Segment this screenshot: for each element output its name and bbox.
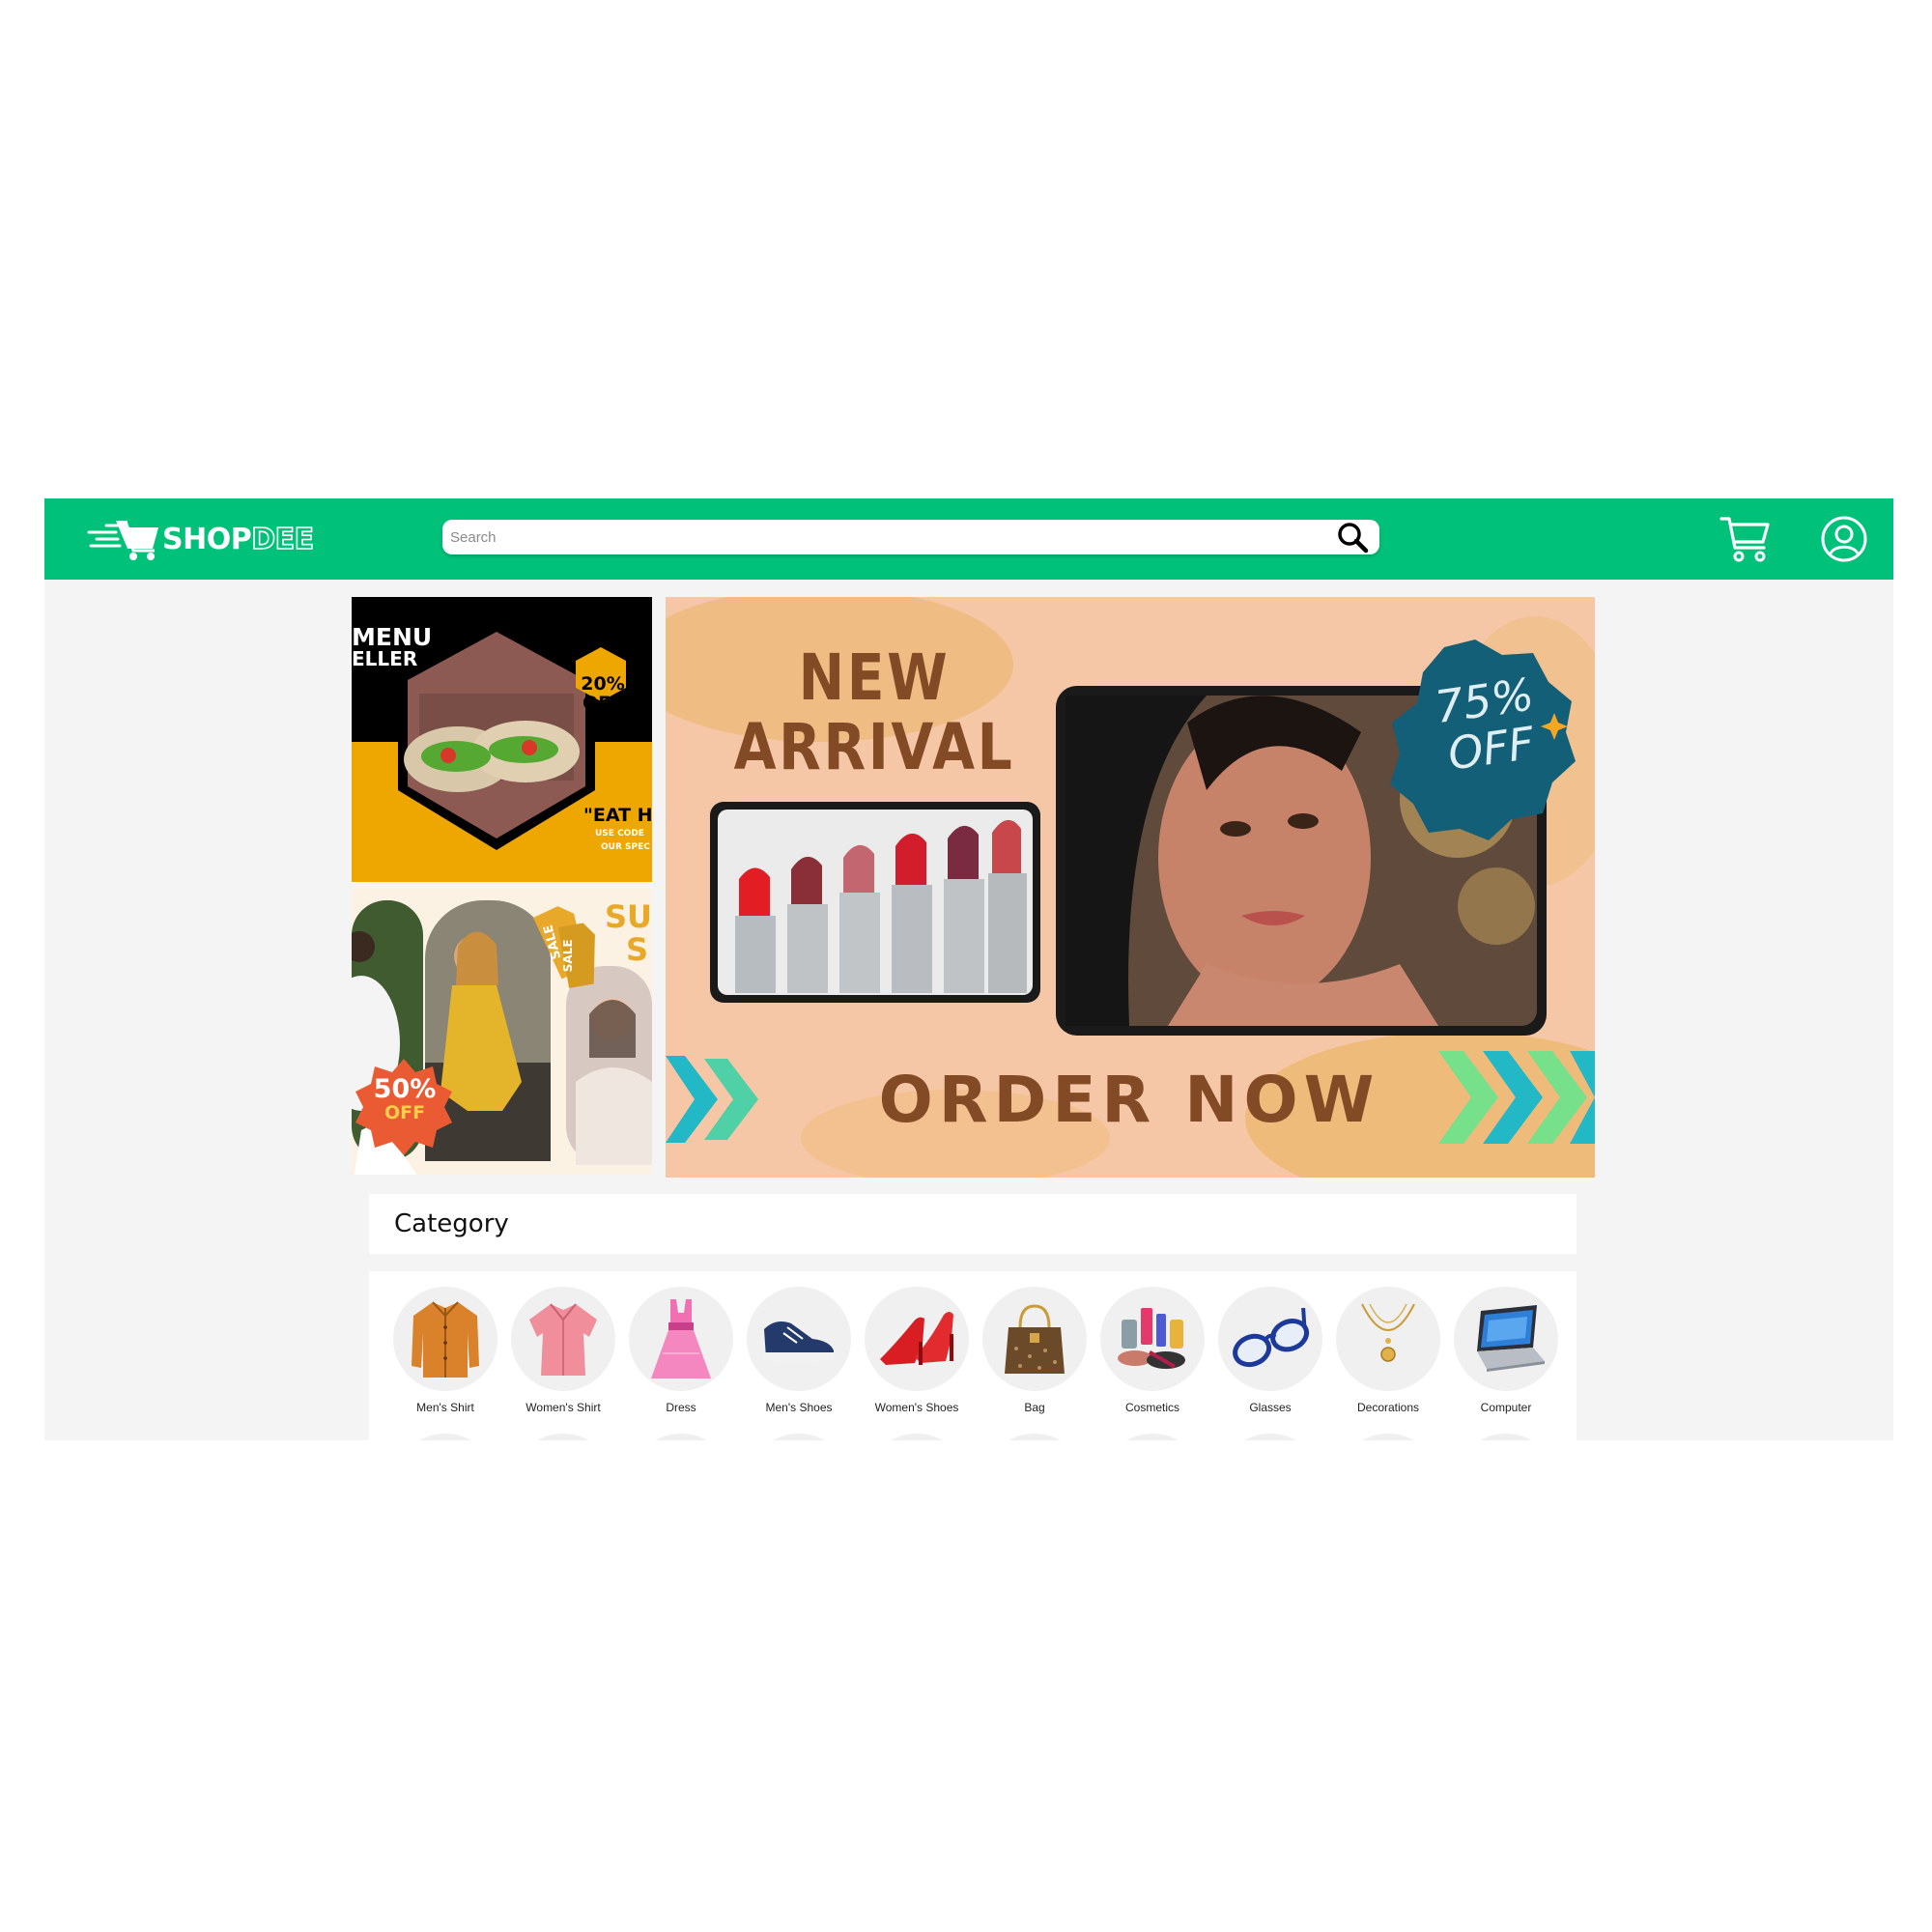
cosmetics-icon	[1100, 1287, 1205, 1391]
glasses-icon	[1218, 1287, 1322, 1391]
category-item-bag[interactable]: Bag	[982, 1287, 1087, 1414]
category-label: Computer	[1480, 1401, 1532, 1414]
order-now-cta[interactable]: ORDER NOW	[801, 1063, 1458, 1137]
shop-page: SHOPDEE Search MENU ELLER 20% OFF "EAT H…	[44, 498, 1893, 1440]
category-item-placeholder	[1100, 1434, 1205, 1440]
food-banner-subtitle: ELLER	[352, 647, 418, 670]
category-label: Decorations	[1356, 1401, 1420, 1414]
category-title: Category	[394, 1209, 509, 1238]
hero-title-line-2: ARRIVAL	[733, 710, 1015, 784]
promo-banner-food[interactable]: MENU ELLER 20% OFF "EAT H USE CODE OUR S…	[352, 597, 652, 882]
mens-shoes-icon	[747, 1287, 851, 1391]
search-icon	[1338, 523, 1369, 554]
category-item-cosmetics[interactable]: Cosmetics	[1100, 1287, 1205, 1414]
category-item-womens-shoes[interactable]: Women's Shoes	[865, 1287, 969, 1414]
category-label: Dress	[666, 1401, 696, 1414]
fashion-banner-title: SU	[605, 898, 652, 935]
search-input[interactable]	[442, 520, 1312, 554]
food-discount-off: OFF	[582, 693, 624, 714]
category-label: Cosmetics	[1124, 1401, 1179, 1414]
bag-icon	[982, 1287, 1087, 1391]
category-item-placeholder	[511, 1434, 615, 1440]
food-quote: "EAT H	[583, 805, 652, 826]
food-small-line-1: USE CODE	[595, 829, 644, 838]
account-button[interactable]	[1820, 515, 1868, 563]
cart-icon	[1719, 517, 1770, 562]
top-header: SHOPDEE	[44, 498, 1893, 580]
category-item-computer[interactable]: Computer	[1454, 1287, 1558, 1414]
category-item-mens-shoes[interactable]: Men's Shoes	[747, 1287, 851, 1414]
category-item-placeholder	[982, 1434, 1087, 1440]
search-button[interactable]	[1333, 520, 1372, 554]
category-section-header: Category	[369, 1194, 1577, 1254]
category-item-placeholder	[1454, 1434, 1558, 1440]
category-item-dress[interactable]: Dress	[629, 1287, 733, 1414]
category-label: Glasses	[1249, 1401, 1292, 1414]
fashion-banner-subtitle: S	[626, 931, 649, 968]
category-item-glasses[interactable]: Glasses	[1218, 1287, 1322, 1414]
category-item-placeholder	[629, 1434, 733, 1440]
shopdee-logo[interactable]: SHOPDEE	[87, 518, 315, 560]
necklace-icon	[1336, 1287, 1440, 1391]
womens-shirt-icon	[511, 1287, 615, 1391]
category-item-placeholder	[393, 1434, 497, 1440]
category-item-decorations[interactable]: Decorations	[1336, 1287, 1440, 1414]
category-label: Men's Shoes	[765, 1401, 833, 1414]
logo-cart-icon	[87, 520, 158, 560]
category-item-placeholder	[1336, 1434, 1440, 1440]
category-item-placeholder	[865, 1434, 969, 1440]
fashion-discount-off: OFF	[384, 1102, 426, 1123]
cart-button[interactable]	[1718, 511, 1772, 565]
search-bar	[442, 520, 1379, 554]
womens-shoes-icon	[865, 1287, 969, 1391]
user-circle-icon	[1821, 516, 1867, 562]
category-list: Men's Shirt Women's Shirt Dress Men's Sh…	[369, 1271, 1577, 1440]
category-label: Women's Shoes	[874, 1401, 959, 1414]
category-label: Bag	[1024, 1401, 1045, 1414]
food-discount-percent: 20%	[581, 673, 625, 695]
fashion-discount-percent: 50%	[373, 1074, 437, 1104]
fashion-sale-tag-2: SALE	[561, 939, 575, 972]
category-label: Men's Shirt	[416, 1401, 474, 1414]
category-item-placeholder	[747, 1434, 851, 1440]
category-item-mens-shirt[interactable]: Men's Shirt	[393, 1287, 497, 1414]
category-label: Women's Shirt	[526, 1401, 601, 1414]
mens-shirt-icon	[393, 1287, 497, 1391]
category-item-womens-shirt[interactable]: Women's Shirt	[511, 1287, 615, 1414]
hero-banner[interactable]: NEW ARRIVAL 75% OFF ORDER NOW	[666, 597, 1595, 1178]
logo-text-primary: SHOP	[162, 522, 252, 556]
hero-title-line-1: NEW	[798, 640, 951, 715]
logo-text-secondary: DEE	[250, 522, 315, 557]
food-small-line-2: OUR SPEC	[601, 842, 650, 852]
dress-icon	[629, 1287, 733, 1391]
category-item-placeholder	[1218, 1434, 1322, 1440]
laptop-icon	[1454, 1287, 1558, 1391]
food-banner-title: MENU	[352, 623, 433, 651]
promo-banner-fashion[interactable]: SALE SALE SU S 50% OFF	[352, 889, 652, 1175]
